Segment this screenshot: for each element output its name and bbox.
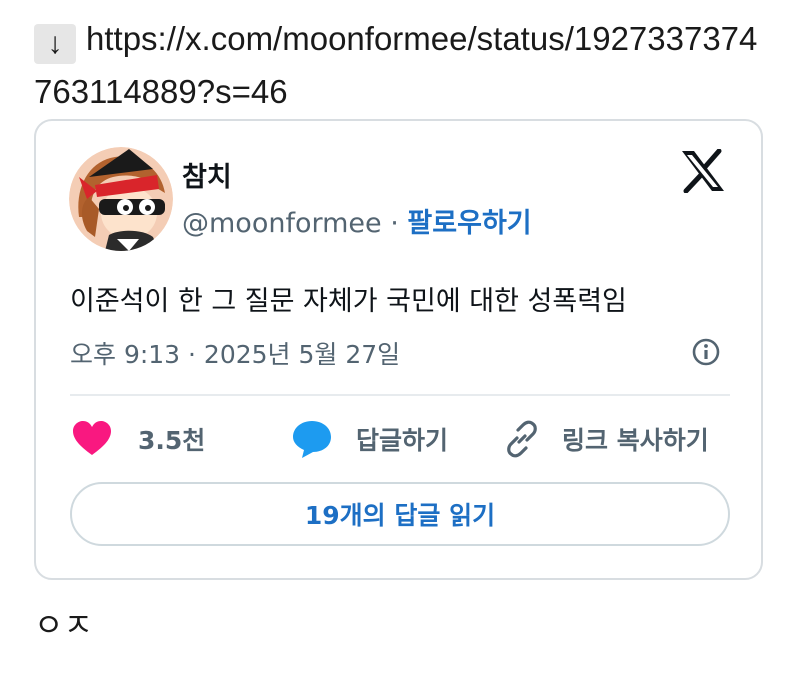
down-arrow-icon: ↓ <box>34 24 76 64</box>
tweet-timestamp[interactable]: 오후 9:13 · 2025년 5월 27일 <box>70 335 400 371</box>
info-icon[interactable] <box>691 337 721 367</box>
reply-button[interactable]: 답글하기 <box>292 417 448 461</box>
x-logo-icon[interactable] <box>680 149 726 193</box>
read-replies-button[interactable]: 19개의 답글 읽기 <box>70 482 730 546</box>
reply-label: 답글하기 <box>356 426 449 455</box>
handle-row: @moonformee · 팔로우하기 <box>182 201 532 240</box>
speech-bubble-icon <box>293 421 331 458</box>
display-name[interactable]: 참치 <box>182 155 232 194</box>
like-button[interactable]: 3.5천 <box>72 417 205 461</box>
link-icon <box>507 420 537 458</box>
copy-link-label: 링크 복사하기 <box>562 426 709 455</box>
tweet-text: 이준석이 한 그 질문 자체가 국민에 대한 성폭력임 <box>70 286 627 317</box>
embedded-tweet-card[interactable]: 참치 @moonformee · 팔로우하기 이준석이 한 그 질문 자체가 국… <box>34 119 763 580</box>
copy-link-button[interactable]: 링크 복사하기 <box>502 417 709 461</box>
link-url[interactable]: https://x.com/moonformee/status/19273373… <box>34 20 757 110</box>
separator-dot: · <box>390 208 399 239</box>
action-bar: 3.5천 답글하기 링크 복사하기 <box>70 417 730 461</box>
follow-link[interactable]: 팔로우하기 <box>407 208 531 239</box>
avatar[interactable] <box>69 147 173 251</box>
shared-link[interactable]: ↓ https://x.com/moonformee/status/1927337… <box>34 12 774 118</box>
comment-text: ㅇㅈ <box>34 606 93 644</box>
heart-icon <box>73 421 111 455</box>
like-count: 3.5천 <box>138 426 206 455</box>
divider <box>70 394 730 396</box>
handle[interactable]: @moonformee <box>182 208 382 239</box>
